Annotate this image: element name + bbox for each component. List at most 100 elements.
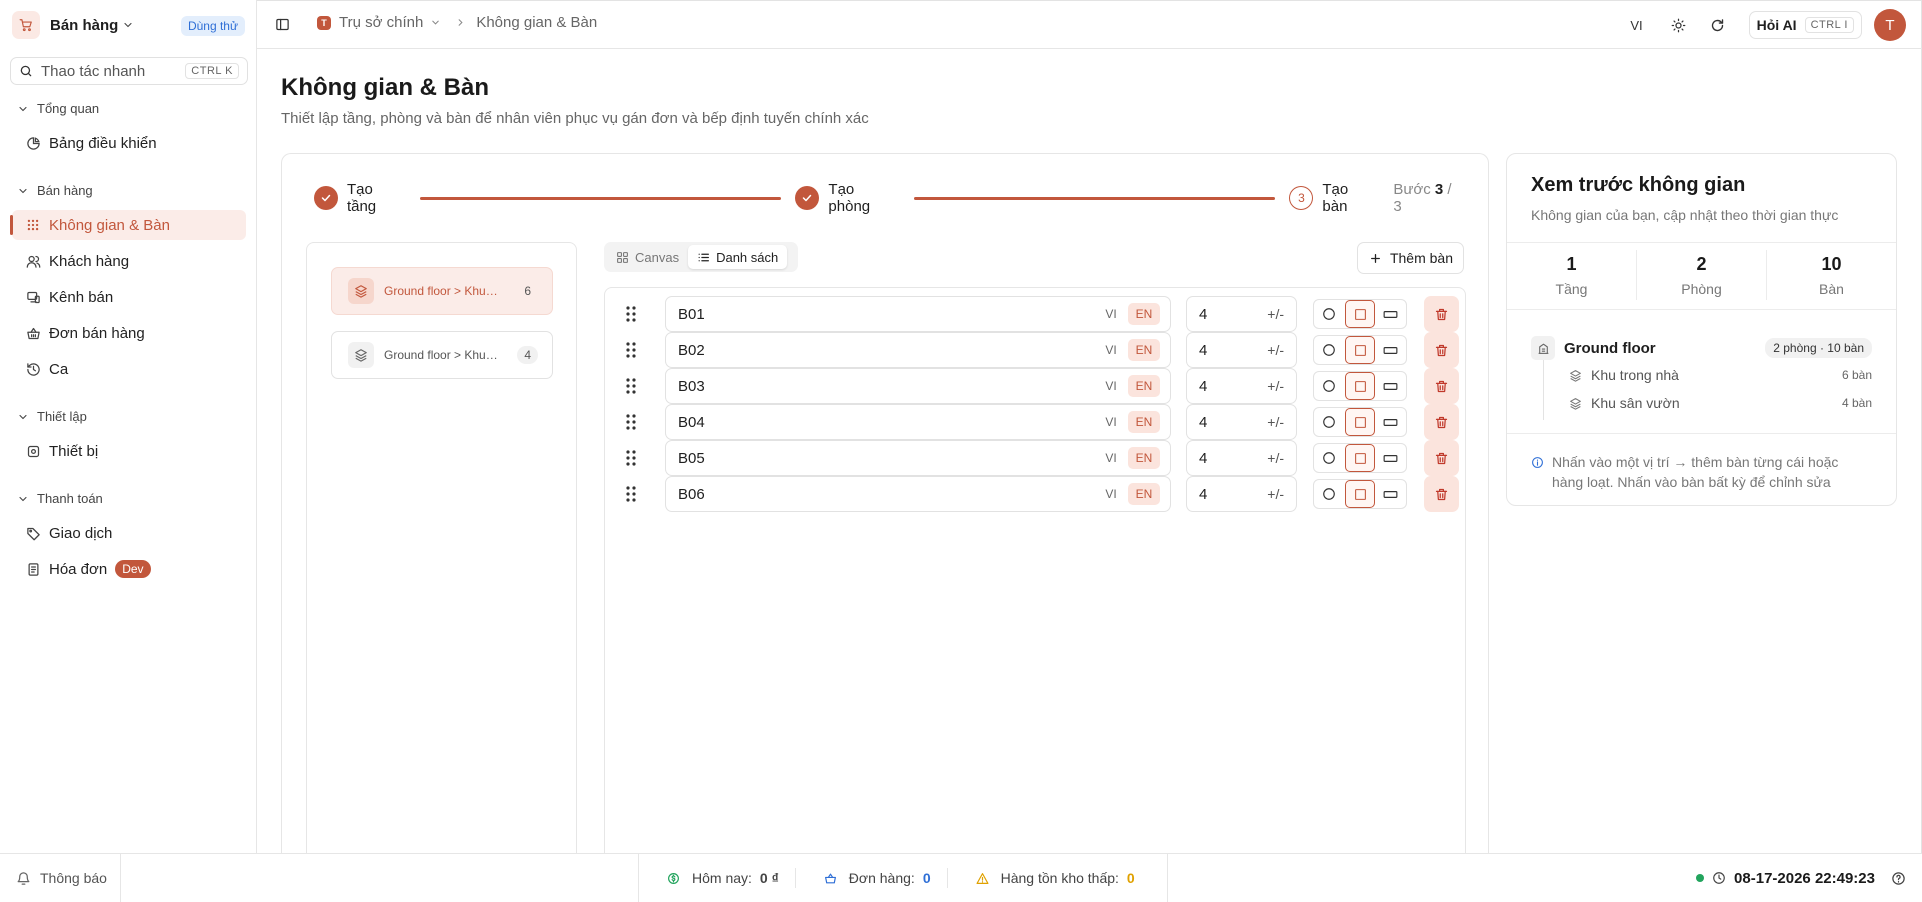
step-label[interactable]: Tạo tầng xyxy=(347,181,406,215)
step-label[interactable]: Tạo phòng xyxy=(828,181,900,215)
seats-stepper[interactable]: +/- xyxy=(1267,342,1284,358)
add-table-button[interactable]: Thêm bàn xyxy=(1356,242,1464,274)
seats-input[interactable]: 4 +/- xyxy=(1186,440,1297,476)
sidebar-item-customers[interactable]: Khách hàng xyxy=(12,246,246,276)
shape-round-button[interactable] xyxy=(1314,444,1345,472)
section-sales[interactable]: Bán hàng xyxy=(17,183,93,198)
seats-input[interactable]: 4 +/- xyxy=(1186,404,1297,440)
seats-input[interactable]: 4 +/- xyxy=(1186,476,1297,512)
delete-table-button[interactable] xyxy=(1424,476,1459,512)
sidebar-item-space-tables[interactable]: Không gian & Bàn xyxy=(10,210,246,240)
section-payment[interactable]: Thanh toán xyxy=(17,491,103,506)
user-avatar[interactable]: T xyxy=(1874,9,1906,41)
shape-square-button[interactable] xyxy=(1344,480,1376,508)
lang-vi-toggle[interactable]: VI xyxy=(1096,447,1126,469)
quick-action-search[interactable]: Thao tác nhanh CTRL K xyxy=(10,57,248,85)
help-icon[interactable] xyxy=(1891,871,1906,886)
shape-round-button[interactable] xyxy=(1314,480,1345,508)
sun-icon[interactable] xyxy=(1671,18,1686,33)
seats-input[interactable]: 4 +/- xyxy=(1186,332,1297,368)
delete-table-button[interactable] xyxy=(1424,368,1459,404)
lang-en-toggle[interactable]: EN xyxy=(1128,483,1160,505)
seats-stepper[interactable]: +/- xyxy=(1267,450,1284,466)
sidebar-toggle-icon[interactable] xyxy=(275,17,290,32)
sidebar-item-dashboard[interactable]: Bảng điều khiển xyxy=(12,128,246,158)
zone-row[interactable]: Khu trong nhà 6 bàn xyxy=(1569,365,1872,385)
table-name-input[interactable]: B04 VI EN xyxy=(665,404,1171,440)
language-switch[interactable]: VI xyxy=(1630,18,1642,33)
shape-rect-button[interactable] xyxy=(1375,300,1406,328)
section-settings[interactable]: Thiết lập xyxy=(17,409,87,424)
view-list-button[interactable]: Danh sách xyxy=(688,245,788,269)
lang-en-toggle[interactable]: EN xyxy=(1128,303,1160,325)
seats-input[interactable]: 4 +/- xyxy=(1186,296,1297,332)
floor-row[interactable]: Ground floor 2 phòng · 10 bàn xyxy=(1531,336,1872,360)
sidebar-item-shifts[interactable]: Ca xyxy=(12,354,246,384)
sidebar-item-sales-orders[interactable]: Đơn bán hàng xyxy=(12,318,246,348)
delete-table-button[interactable] xyxy=(1424,296,1459,332)
metric-orders[interactable]: Đơn hàng: 0 xyxy=(796,868,948,888)
chevron-down-icon[interactable] xyxy=(430,17,441,28)
trial-badge[interactable]: Dùng thử xyxy=(180,16,245,36)
drag-handle-icon[interactable] xyxy=(626,486,636,502)
shape-rect-button[interactable] xyxy=(1375,336,1406,364)
lang-vi-toggle[interactable]: VI xyxy=(1096,483,1126,505)
seats-stepper[interactable]: +/- xyxy=(1267,378,1284,394)
delete-table-button[interactable] xyxy=(1424,332,1459,368)
lang-en-toggle[interactable]: EN xyxy=(1128,339,1160,361)
table-name-input[interactable]: B03 VI EN xyxy=(665,368,1171,404)
step-label[interactable]: Tạo bàn xyxy=(1322,181,1377,215)
metric-low-stock[interactable]: Hàng tồn kho thấp: 0 xyxy=(948,868,1151,888)
shape-rect-button[interactable] xyxy=(1375,372,1406,400)
shape-round-button[interactable] xyxy=(1314,300,1345,328)
table-name-input[interactable]: B05 VI EN xyxy=(665,440,1171,476)
shape-round-button[interactable] xyxy=(1314,372,1345,400)
shape-rect-button[interactable] xyxy=(1375,444,1406,472)
sidebar-item-devices[interactable]: Thiết bị xyxy=(12,436,246,466)
shape-square-button[interactable] xyxy=(1344,444,1376,472)
seats-stepper[interactable]: +/- xyxy=(1267,486,1284,502)
view-canvas-button[interactable]: Canvas xyxy=(607,245,688,269)
delete-table-button[interactable] xyxy=(1424,440,1459,476)
section-overview[interactable]: Tổng quan xyxy=(17,101,99,116)
seats-stepper[interactable]: +/- xyxy=(1267,306,1284,322)
shape-square-button[interactable] xyxy=(1344,336,1376,364)
shape-rect-button[interactable] xyxy=(1375,408,1406,436)
drag-handle-icon[interactable] xyxy=(626,342,636,358)
brand-switcher[interactable]: Bán hàng Dùng thử xyxy=(12,10,247,40)
lang-vi-toggle[interactable]: VI xyxy=(1096,411,1126,433)
shape-round-button[interactable] xyxy=(1314,336,1345,364)
table-name-input[interactable]: B06 VI EN xyxy=(665,476,1171,512)
lang-vi-toggle[interactable]: VI xyxy=(1096,339,1126,361)
room-card[interactable]: Ground floor > Khu trong nhà 6 xyxy=(331,267,553,315)
shape-round-button[interactable] xyxy=(1314,408,1345,436)
shape-square-button[interactable] xyxy=(1344,300,1376,328)
shape-square-button[interactable] xyxy=(1344,408,1376,436)
ask-ai-button[interactable]: Hỏi AI CTRL I xyxy=(1748,11,1862,39)
metric-today[interactable]: Hôm nay: 0 ₫ xyxy=(639,868,796,888)
drag-handle-icon[interactable] xyxy=(626,306,636,322)
lang-en-toggle[interactable]: EN xyxy=(1128,411,1160,433)
seats-stepper[interactable]: +/- xyxy=(1267,414,1284,430)
room-card[interactable]: Ground floor > Khu sân vườn 4 xyxy=(331,331,553,379)
drag-handle-icon[interactable] xyxy=(626,378,636,394)
notifications-button[interactable]: Thông báo xyxy=(0,854,121,902)
lang-vi-toggle[interactable]: VI xyxy=(1096,375,1126,397)
sidebar-item-channels[interactable]: Kênh bán xyxy=(12,282,246,312)
refresh-icon[interactable] xyxy=(1710,18,1725,33)
seats-input[interactable]: 4 +/- xyxy=(1186,368,1297,404)
zone-row[interactable]: Khu sân vườn 4 bàn xyxy=(1569,393,1872,413)
table-name-input[interactable]: B01 VI EN xyxy=(665,296,1171,332)
drag-handle-icon[interactable] xyxy=(626,414,636,430)
lang-en-toggle[interactable]: EN xyxy=(1128,375,1160,397)
lang-vi-toggle[interactable]: VI xyxy=(1096,303,1126,325)
sidebar-item-invoices[interactable]: Hóa đơn Dev xyxy=(12,554,246,584)
delete-table-button[interactable] xyxy=(1424,404,1459,440)
sidebar-item-transactions[interactable]: Giao dịch xyxy=(12,518,246,548)
table-name-input[interactable]: B02 VI EN xyxy=(665,332,1171,368)
shape-rect-button[interactable] xyxy=(1375,480,1406,508)
lang-en-toggle[interactable]: EN xyxy=(1128,447,1160,469)
breadcrumb-branch[interactable]: Trụ sở chính xyxy=(339,14,423,31)
drag-handle-icon[interactable] xyxy=(626,450,636,466)
shape-square-button[interactable] xyxy=(1344,372,1376,400)
